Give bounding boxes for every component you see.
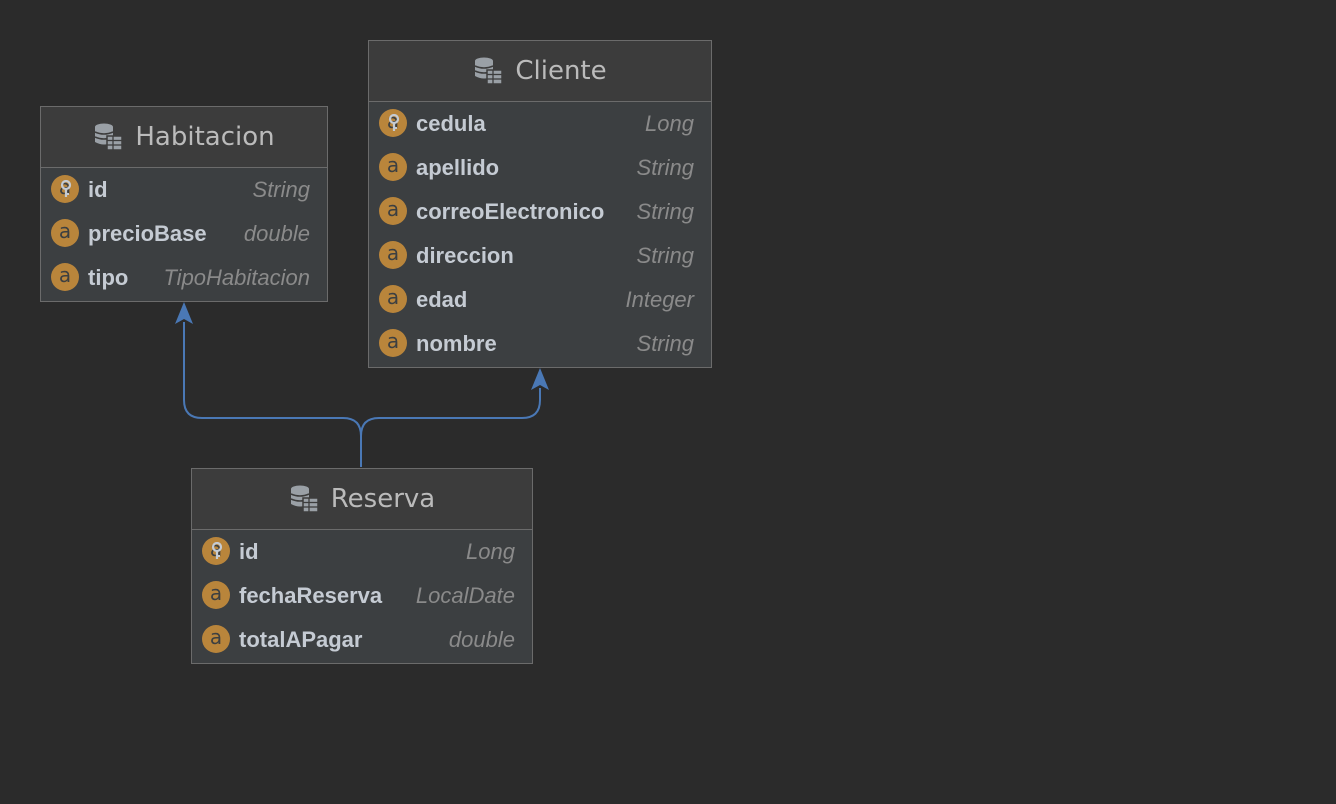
attribute-name: totalAPagar [239,627,363,652]
diagram-canvas: Cliente a cedula Long a apellido String a corre… [0,0,1336,804]
attribute-name: nombre [416,331,497,356]
entity-cliente[interactable]: Cliente a cedula Long a apellido String a corre… [368,40,712,368]
entity-title: Reserva [330,484,436,514]
attribute-name: cedula [416,111,486,136]
attribute-type: String [636,155,694,180]
entity-reserva[interactable]: Reserva a id Long a fechaReserva LocalDate a to… [191,468,533,664]
arrowhead-habitacion [175,302,193,324]
attribute-name: id [239,539,259,564]
attribute-row[interactable]: a precioBase double [41,212,327,256]
attribute-badge-icon: a [379,153,407,181]
database-table-icon [473,56,504,86]
attribute-badge-icon: a [379,197,407,225]
attribute-row[interactable]: a tipo TipoHabitacion [41,256,327,300]
attribute-type: String [636,243,694,268]
attribute-badge-icon: a [202,581,230,609]
attribute-name: correoElectronico [416,199,605,224]
key-icon [211,541,223,560]
attribute-name: apellido [416,155,500,180]
attribute-badge-icon: a [379,329,407,357]
attribute-row[interactable]: a fechaReserva LocalDate [192,574,532,618]
attribute-badge-icon: a [202,625,230,653]
attribute-type: double [448,627,515,652]
entity-title: Cliente [515,56,607,86]
attribute-type: Long [466,539,515,564]
entity-habitacion[interactable]: Habitacion a id String a precioBase double a ti… [40,106,328,302]
attribute-list: a id String a precioBase double a tipo TipoHabit… [41,168,327,300]
key-icon [388,113,400,132]
connector-reserva-habitacion [183,322,362,467]
attribute-name: tipo [88,265,129,290]
attribute-list: a id Long a fechaReserva LocalDate a totalAPaga… [192,530,532,662]
attribute-type: String [636,199,694,224]
attribute-row[interactable]: a cedula Long [369,102,711,146]
arrowhead-cliente [531,368,549,390]
attribute-row[interactable]: a totalAPagar double [192,618,532,662]
attribute-name: fechaReserva [239,583,383,608]
entity-title: Habitacion [135,122,275,152]
attribute-type: TipoHabitacion [163,265,310,290]
attribute-type: Long [645,111,694,136]
attribute-type: Integer [625,287,695,312]
entity-header[interactable]: Reserva [192,469,532,530]
attribute-type: String [252,177,310,202]
attribute-badge-icon: a [379,241,407,269]
attribute-row[interactable]: a apellido String [369,146,711,190]
attribute-row[interactable]: a correoElectronico String [369,190,711,234]
attribute-name: edad [416,287,468,312]
attribute-type: double [243,221,310,246]
attribute-row[interactable]: a id String [41,168,327,212]
entity-header[interactable]: Cliente [369,41,711,102]
attribute-name: id [88,177,108,202]
database-table-icon [93,122,124,152]
attribute-badge-icon: a [51,263,79,291]
attribute-list: a cedula Long a apellido String a correoElectro… [369,102,711,366]
attribute-name: precioBase [88,221,207,246]
attribute-row[interactable]: a id Long [192,530,532,574]
attribute-row[interactable]: a edad Integer [369,278,711,322]
attribute-row[interactable]: a direccion String [369,234,711,278]
attribute-name: direccion [416,243,514,268]
attribute-badge-icon: a [51,219,79,247]
attribute-row[interactable]: a nombre String [369,322,711,366]
attribute-type: LocalDate [415,583,515,608]
attribute-badge-icon: a [379,285,407,313]
connector-reserva-cliente [360,388,541,437]
entity-header[interactable]: Habitacion [41,107,327,168]
attribute-type: String [636,331,694,356]
database-table-icon [289,484,319,514]
key-icon [60,179,72,198]
